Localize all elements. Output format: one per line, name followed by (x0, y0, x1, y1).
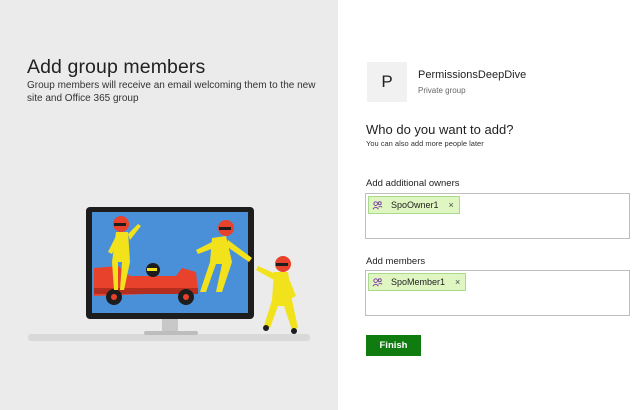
left-panel: Add group members Group members will rec… (0, 0, 338, 410)
contact-icon (371, 199, 383, 211)
members-picker[interactable]: SpoMember1 × (365, 270, 630, 316)
finish-button[interactable]: Finish (366, 335, 421, 356)
group-privacy: Private group (418, 86, 466, 95)
owners-picker[interactable]: SpoOwner1 × (365, 193, 630, 239)
racing-team-illustration (28, 207, 310, 341)
owners-label: Add additional owners (366, 178, 460, 189)
owner-pill[interactable]: SpoOwner1 × (368, 196, 460, 214)
members-label: Add members (366, 256, 426, 267)
question-subtitle: You can also add more people later (366, 139, 484, 148)
page-title: Add group members (27, 56, 206, 78)
remove-member-icon[interactable]: × (455, 277, 460, 287)
contact-icon (371, 276, 383, 288)
group-avatar: P (367, 62, 407, 102)
question-title: Who do you want to add? (366, 122, 514, 137)
remove-owner-icon[interactable]: × (449, 200, 454, 210)
group-name: PermissionsDeepDive (418, 69, 527, 81)
member-name: SpoMember1 (391, 277, 446, 287)
member-pill[interactable]: SpoMember1 × (368, 273, 467, 291)
owner-name: SpoOwner1 (391, 200, 439, 210)
page-subtitle: Group members will receive an email welc… (27, 80, 316, 104)
